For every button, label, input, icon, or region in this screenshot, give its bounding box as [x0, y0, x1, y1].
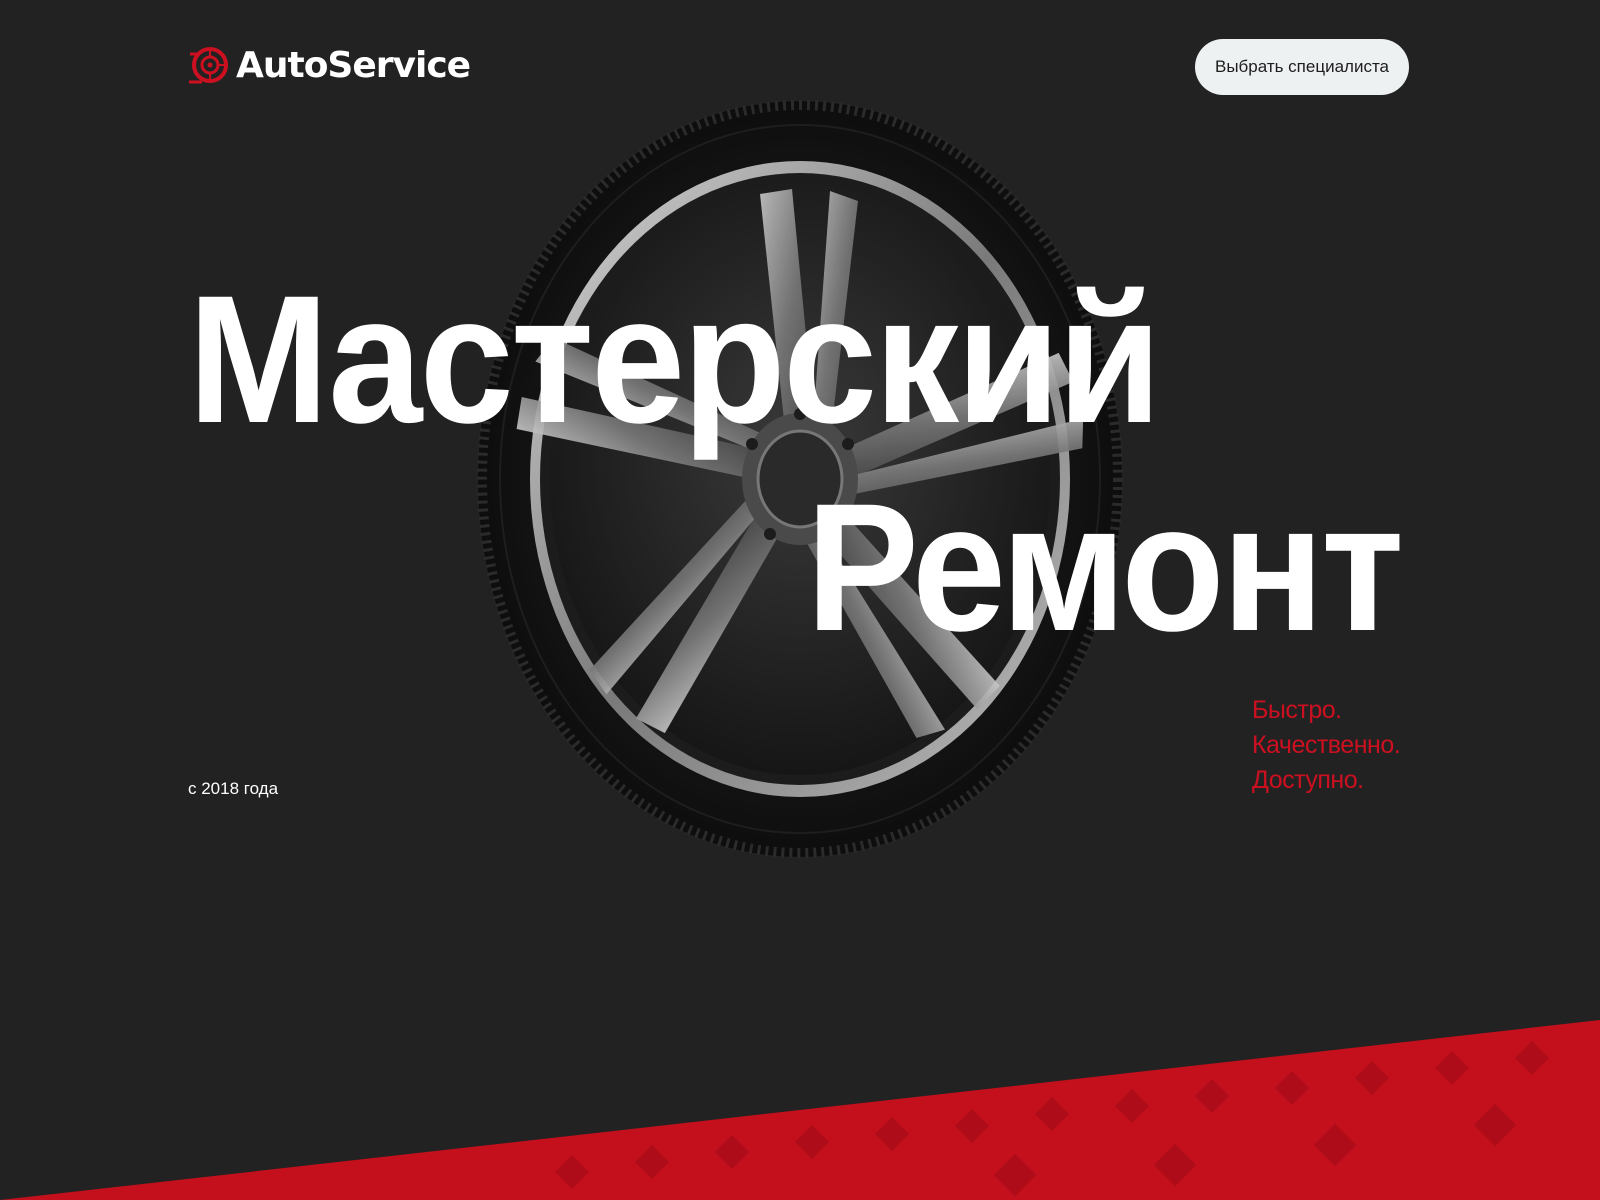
- since-year-text: с 2018 года: [188, 779, 279, 798]
- landing-page: AutoService Выбрать специалиста Мастерск…: [0, 0, 1600, 1200]
- brand-name: AutoService: [236, 44, 471, 86]
- choose-specialist-button[interactable]: Выбрать специалиста: [1195, 39, 1409, 95]
- brand-logo[interactable]: AutoService: [188, 44, 471, 86]
- tagline-affordable: Доступно.: [1252, 766, 1364, 794]
- hero-title-line1: Мастерский: [188, 257, 1162, 461]
- hero-title-line2: Ремонт: [806, 465, 1404, 669]
- tagline: Быстро. Качественно. Доступно.: [1252, 693, 1401, 798]
- tagline-quality: Качественно.: [1252, 731, 1401, 759]
- wheel-logo-icon: [189, 47, 228, 84]
- red-diagonal-stripe: [0, 1020, 1600, 1200]
- tagline-fast: Быстро.: [1252, 696, 1342, 724]
